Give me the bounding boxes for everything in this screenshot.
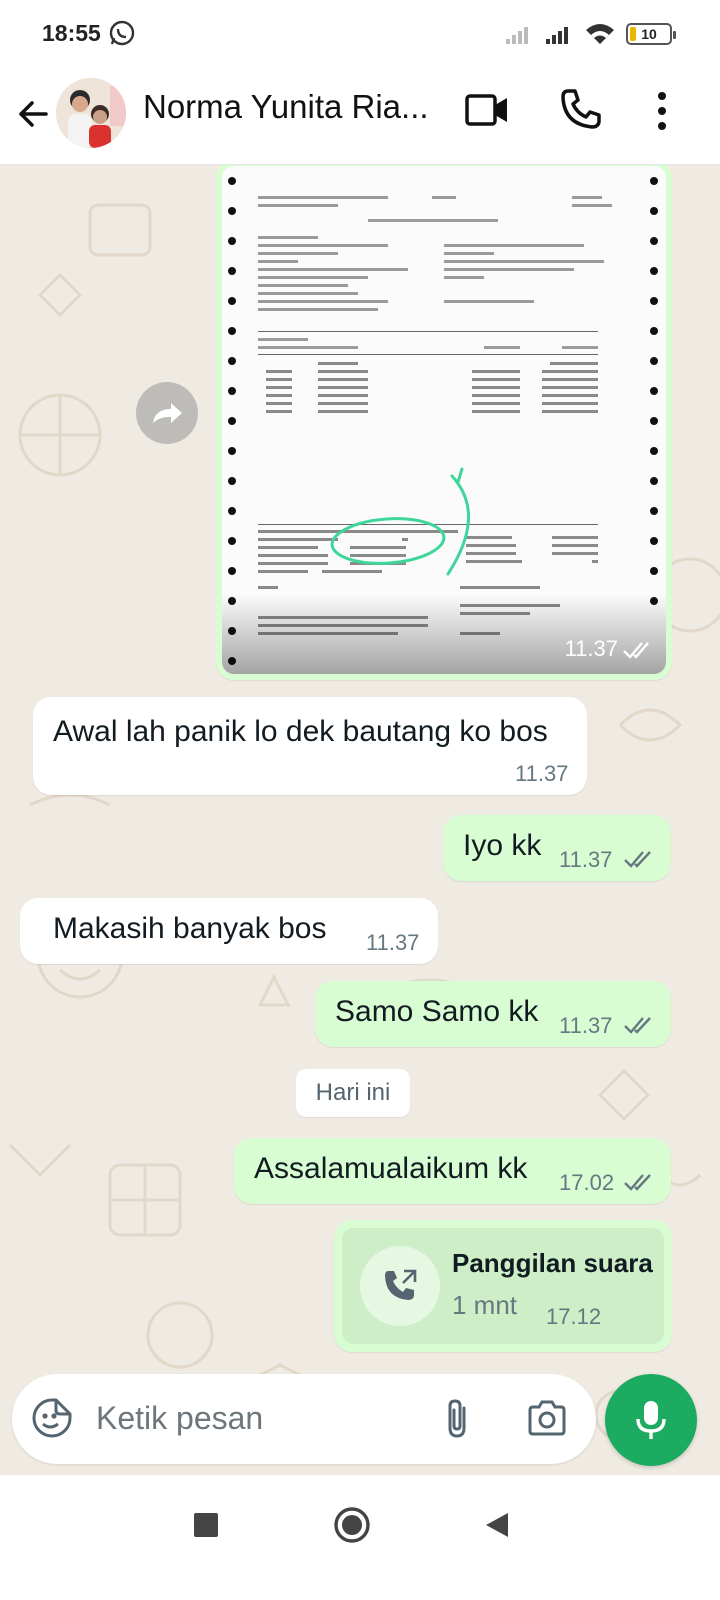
outgoing-message[interactable]: Samo Samo kk 11.37 — [315, 981, 671, 1047]
home-button-icon[interactable] — [332, 1505, 372, 1545]
video-call-icon[interactable] — [464, 90, 510, 130]
status-time: 18:55 — [42, 20, 101, 46]
forward-icon — [153, 403, 182, 423]
incoming-message[interactable]: Makasih banyak bos 11.37 — [20, 898, 438, 964]
image-message[interactable]: 11.37 — [216, 165, 672, 680]
incoming-message[interactable]: Awal lah panik lo dek bautang ko bos 11.… — [33, 697, 587, 795]
message-time: 11.37 — [559, 847, 613, 872]
battery-percent: 10 — [641, 26, 657, 42]
more-options-icon[interactable] — [648, 88, 676, 134]
message-time: 11.37 — [515, 761, 569, 786]
status-bar: 18:55 10 — [0, 0, 720, 70]
system-navigation-bar — [0, 1475, 720, 1600]
back-arrow-icon[interactable] — [12, 92, 56, 136]
image-shade — [222, 594, 666, 674]
forward-button[interactable] — [136, 382, 198, 444]
contact-avatar[interactable] — [56, 78, 126, 148]
outgoing-call-icon — [385, 1269, 417, 1300]
bank-statement-image[interactable]: 11.37 — [222, 166, 666, 674]
contact-name[interactable]: Norma Yunita Ria... — [143, 88, 429, 126]
chat-messages[interactable]: 11.37 Awal lah panik lo dek bautang ko b… — [0, 165, 720, 1475]
read-ticks-icon — [624, 1174, 651, 1191]
outgoing-message[interactable]: Iyo kk 11.37 — [443, 815, 671, 881]
back-button-icon[interactable] — [478, 1505, 518, 1545]
voice-call-icon[interactable] — [558, 86, 604, 132]
microphone-icon — [636, 1401, 666, 1439]
outgoing-message[interactable]: Assalamualaikum kk 17.02 — [234, 1138, 671, 1204]
message-time: 11.37 — [366, 930, 420, 955]
message-text: Makasih banyak bos — [53, 912, 327, 945]
image-time: 11.37 — [564, 636, 618, 661]
message-text: Iyo kk — [463, 829, 542, 862]
call-time: 17.12 — [546, 1304, 602, 1329]
message-text: Awal lah panik lo dek bautang ko bos — [53, 715, 548, 748]
message-time: 11.37 — [559, 1013, 613, 1038]
message-time: 17.02 — [559, 1170, 615, 1195]
message-text: Assalamualaikum kk — [254, 1152, 528, 1185]
voice-call-card[interactable]: Panggilan suara 1 mnt 17.12 — [342, 1228, 664, 1344]
signal-icon — [546, 27, 568, 44]
message-composer[interactable]: Ketik pesan — [12, 1374, 596, 1464]
read-ticks-icon — [623, 642, 649, 659]
call-duration: 1 mnt — [452, 1290, 518, 1320]
voice-record-button[interactable] — [605, 1374, 697, 1466]
read-ticks-icon — [624, 1017, 651, 1034]
call-title: Panggilan suara — [452, 1248, 653, 1278]
camera-icon[interactable] — [526, 1398, 568, 1438]
sticker-emoji-icon[interactable] — [30, 1396, 74, 1440]
battery-level — [630, 27, 636, 41]
call-icon-circle — [360, 1246, 440, 1326]
status-icons: 10 — [504, 22, 676, 46]
message-input[interactable]: Ketik pesan — [96, 1400, 263, 1437]
wifi-icon — [586, 24, 614, 44]
voice-call-message[interactable]: Panggilan suara 1 mnt 17.12 — [334, 1220, 672, 1352]
chat-header: Norma Yunita Ria... — [0, 70, 720, 165]
battery-icon: 10 — [626, 23, 676, 45]
read-ticks-icon — [624, 851, 651, 868]
message-text: Samo Samo kk — [335, 995, 539, 1028]
avatar-photo — [56, 78, 126, 148]
recents-button-icon[interactable] — [186, 1505, 226, 1545]
attach-icon[interactable] — [440, 1396, 476, 1442]
whatsapp-notification-icon — [109, 20, 135, 46]
date-divider: Hari ini — [296, 1069, 410, 1117]
signal-weak-icon — [506, 27, 528, 44]
